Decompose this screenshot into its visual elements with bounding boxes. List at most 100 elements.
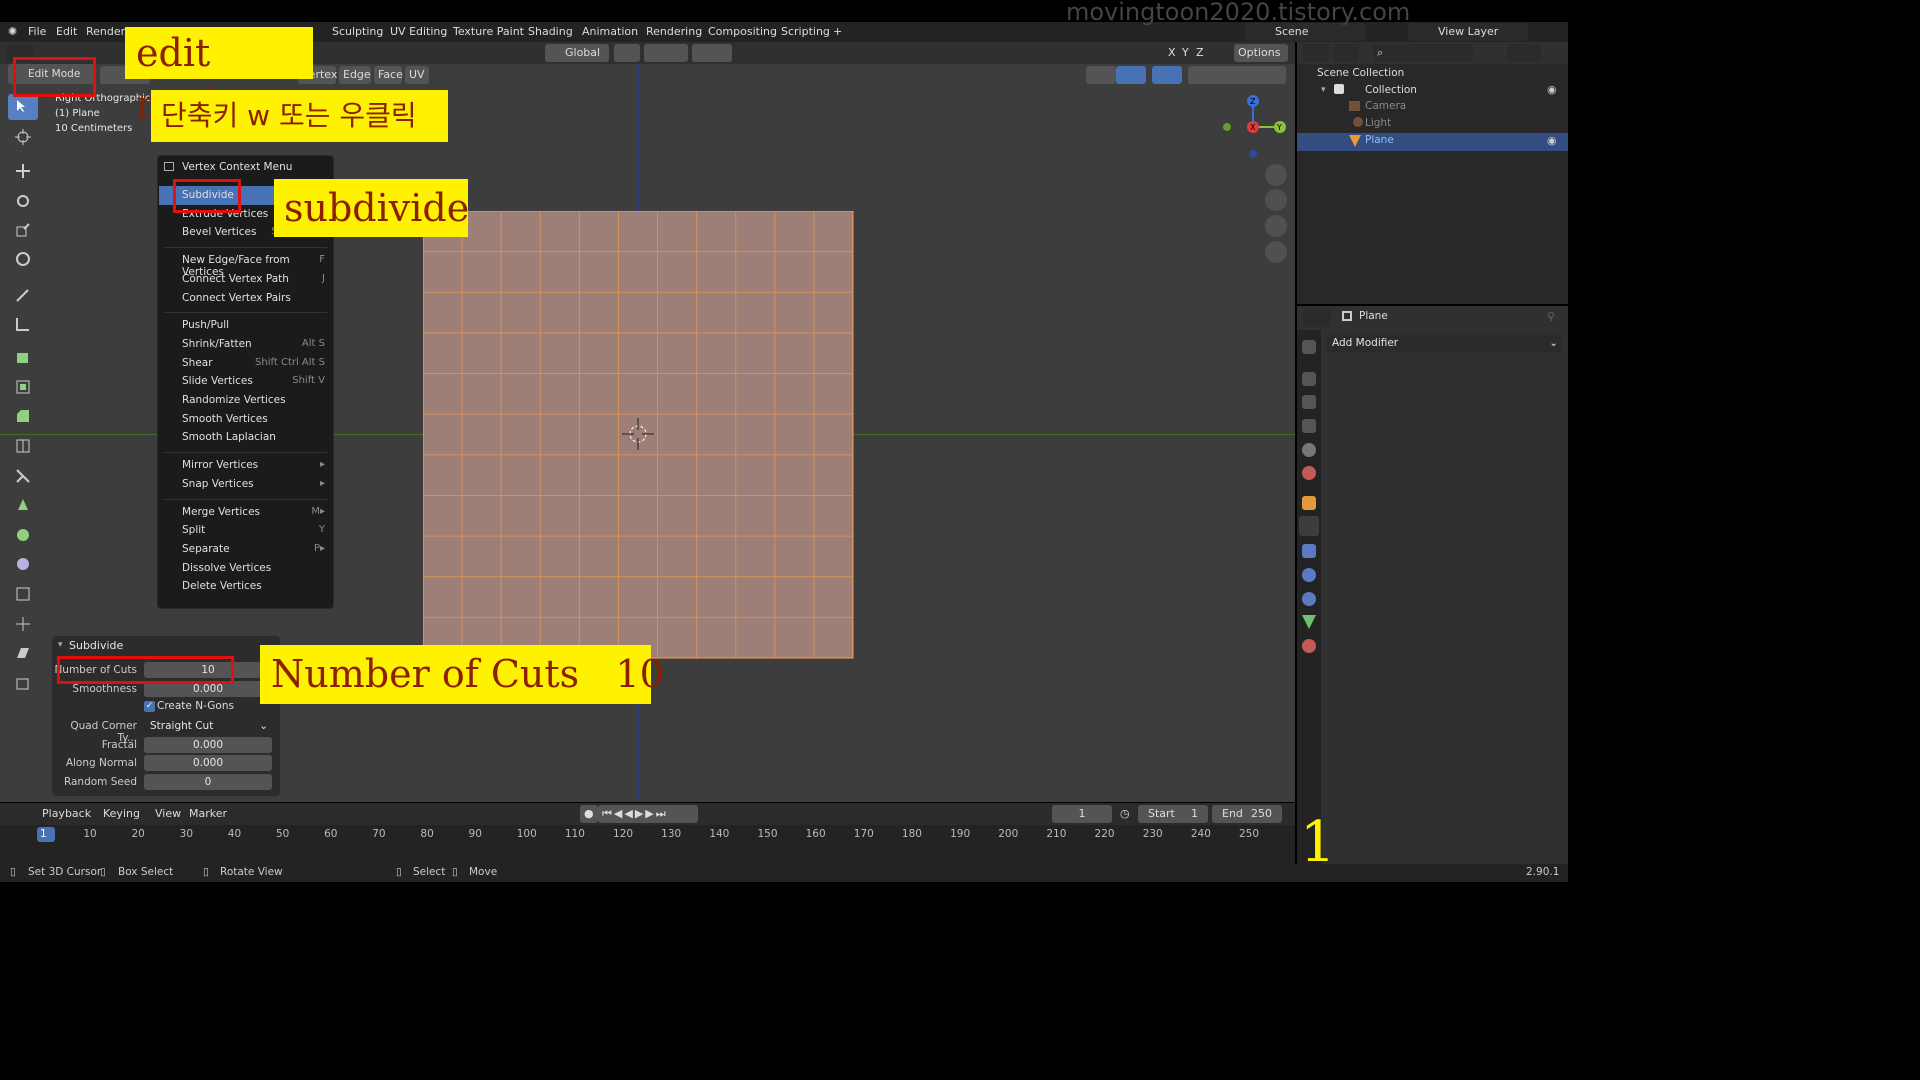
display-mode-button[interactable] [1333,44,1359,62]
along-normal-field[interactable]: 0.000 [144,755,272,771]
poly-build-tool[interactable] [8,492,38,518]
record-button[interactable]: ● [580,805,598,823]
menu-item-smooth-vertices[interactable]: Smooth Vertices [182,413,268,425]
tab-scripting[interactable]: Scripting [781,25,830,38]
pivot-point-button[interactable] [614,44,640,62]
axis-y-toggle[interactable]: Y [1182,46,1189,59]
properties-editor-type[interactable] [1303,309,1331,327]
blender-logo-icon[interactable]: ✺ [8,25,17,38]
tab-sculpting[interactable]: Sculpting [332,25,383,38]
transform-orientation-dropdown[interactable]: Global [545,44,609,62]
menu-marker[interactable]: Marker [189,807,227,820]
menu-keying[interactable]: Keying [103,807,140,820]
outliner-item-light[interactable]: Light [1365,117,1391,129]
tab-texture-paint[interactable]: Texture Paint [453,25,524,38]
extrude-tool[interactable] [8,344,38,370]
tab-uv-editing[interactable]: UV Editing [390,25,447,38]
outliner-editor-type[interactable] [1303,44,1329,62]
menu-item-bevel-vertices[interactable]: Bevel Vertices [182,226,256,238]
constraints-tab-icon[interactable] [1302,592,1316,606]
outliner-selected-row[interactable] [1297,133,1568,151]
modifier-tab-icon[interactable] [1299,516,1319,536]
knife-tool[interactable] [8,463,38,489]
measure-tool[interactable] [8,311,38,337]
menu-face[interactable]: Face [374,66,403,84]
particles-tab-icon[interactable] [1302,544,1316,558]
menu-item-connect-vertex-pairs[interactable]: Connect Vertex Pairs [182,292,291,304]
timeline-editor-type[interactable] [6,805,34,823]
playback-controls[interactable]: ⏮◀◀▶▶⏭ [598,805,698,823]
menu-item-dissolve-vertices[interactable]: Dissolve Vertices [182,562,271,574]
tab-rendering[interactable]: Rendering [646,25,702,38]
object-tab-icon[interactable] [1302,496,1316,510]
data-tab-icon[interactable] [1302,615,1316,629]
options-dropdown[interactable]: Options [1234,44,1288,62]
transform-tool[interactable] [8,246,38,272]
spin-tool[interactable] [8,522,38,548]
menu-edge[interactable]: Edge [339,66,371,84]
pan-hand-icon[interactable] [1265,189,1287,211]
eye-icon[interactable]: ◉ [1547,134,1557,147]
menu-item-shrink-fatten[interactable]: Shrink/Fatten [182,338,252,350]
visibility-button[interactable] [1086,66,1116,84]
menu-item-separate[interactable]: Separate [182,543,230,555]
menu-item-mirror-vertices[interactable]: Mirror Vertices [182,459,258,471]
random-seed-field[interactable]: 0 [144,774,272,790]
collection-label[interactable]: Collection [1365,84,1417,96]
pin-icon[interactable]: ⚲ [1547,310,1555,323]
collection-checkbox[interactable] [1334,84,1344,94]
scale-tool[interactable] [8,217,38,243]
filter-button[interactable] [1507,44,1541,62]
move-tool[interactable] [8,158,38,184]
camera-view-icon[interactable] [1265,215,1287,237]
scene-tab-icon[interactable] [1302,443,1316,457]
add-workspace-button[interactable]: + [833,25,842,38]
physics-tab-icon[interactable] [1302,568,1316,582]
menu-item-connect-vertex-path[interactable]: Connect Vertex Path [182,273,289,285]
menu-uv[interactable]: UV [405,66,429,84]
menu-item-push-pull[interactable]: Push/Pull [182,319,229,331]
material-tab-icon[interactable] [1302,639,1316,653]
expand-arrow-icon[interactable]: ▾ [1321,85,1326,95]
menu-playback[interactable]: Playback [42,807,91,820]
shading-buttons[interactable] [1188,66,1286,84]
smooth-tool[interactable] [8,551,38,577]
view-layer-selector[interactable]: View Layer [1408,23,1528,41]
view-layer-tab-icon[interactable] [1302,419,1316,433]
fractal-field[interactable]: 0.000 [144,737,272,753]
gizmo-toggle[interactable] [1116,66,1146,84]
edge-slide-tool[interactable] [8,581,38,607]
shrink-fatten-tool[interactable] [8,611,38,637]
overlay-toggle[interactable] [1152,66,1182,84]
rotate-tool[interactable] [8,188,38,214]
navigation-gizmo[interactable]: Z X Y [1218,92,1288,162]
eye-icon[interactable]: ◉ [1547,83,1557,96]
tool-tab-icon[interactable] [1302,340,1316,354]
annotate-tool[interactable] [8,282,38,308]
cursor-tool[interactable] [8,124,38,150]
3d-cursor-icon[interactable] [622,418,654,450]
ortho-grid-icon[interactable] [1265,241,1287,263]
outliner-item-plane[interactable]: Plane [1365,134,1394,146]
rip-region-tool[interactable] [8,670,38,696]
menu-item-delete-vertices[interactable]: Delete Vertices [182,580,262,592]
tab-compositing[interactable]: Compositing [708,25,777,38]
select-box-tool[interactable] [8,94,38,120]
quad-corner-dropdown[interactable]: Straight Cut ⌄ [144,718,272,734]
menu-item-snap-vertices[interactable]: Snap Vertices [182,478,254,490]
zoom-icon[interactable] [1265,164,1287,186]
world-tab-icon[interactable] [1302,466,1316,480]
render-tab-icon[interactable] [1302,372,1316,386]
output-tab-icon[interactable] [1302,395,1316,409]
scene-collection-label[interactable]: Scene Collection [1317,67,1404,79]
menu-edit[interactable]: Edit [56,25,77,38]
inset-tool[interactable] [8,374,38,400]
tab-animation[interactable]: Animation [582,25,638,38]
collapse-arrow-icon[interactable]: ▾ [58,640,63,650]
snap-button[interactable] [644,44,688,62]
menu-item-randomize-vertices[interactable]: Randomize Vertices [182,394,286,406]
tab-shading[interactable]: Shading [528,25,573,38]
end-frame-field[interactable]: End 250 [1212,805,1282,823]
proportional-edit-button[interactable] [692,44,732,62]
menu-item-shear[interactable]: Shear [182,357,213,369]
